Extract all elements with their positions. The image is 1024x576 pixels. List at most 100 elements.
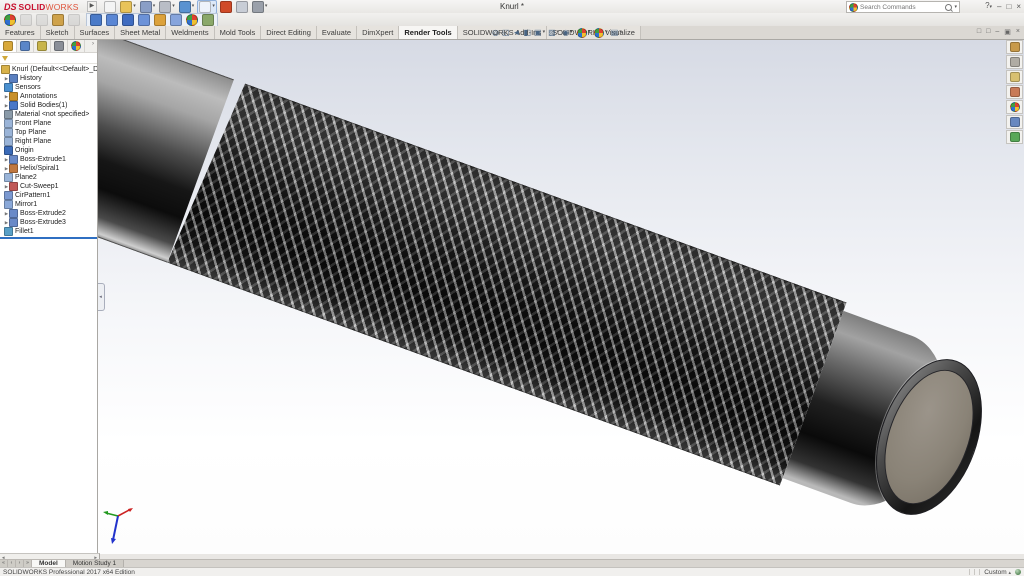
web-help-globe-icon[interactable]: [1015, 569, 1021, 575]
knurl-part-model[interactable]: [97, 39, 971, 531]
view-settings-icon[interactable]: ▤ ▾: [611, 28, 622, 38]
feature-tree-item[interactable]: Right Plane: [0, 137, 97, 146]
commandmanager-tab[interactable]: Surfaces: [75, 26, 116, 39]
feature-tree-item[interactable]: Material <not specified>: [0, 110, 97, 119]
commandmanager-tab[interactable]: Render Tools: [399, 26, 457, 39]
doc-tile-icon[interactable]: □: [986, 28, 990, 36]
feature-tree-item[interactable]: ▶ Helix/Spiral1: [0, 164, 97, 173]
solidworks-forum-tab[interactable]: [1006, 130, 1023, 144]
filter-funnel-icon[interactable]: [2, 56, 8, 61]
integrated-preview-icon[interactable]: [89, 14, 103, 26]
rollback-bar[interactable]: [0, 237, 97, 239]
feature-tree-item[interactable]: Plane2: [0, 173, 97, 182]
open-icon[interactable]: ▾: [119, 1, 137, 13]
select-icon[interactable]: ▾: [197, 0, 217, 14]
file-properties-icon[interactable]: [235, 1, 249, 13]
doc-restore-icon[interactable]: ▣: [1004, 28, 1011, 36]
custom-properties-tab[interactable]: [1006, 115, 1023, 129]
graphics-viewport[interactable]: ◂: [97, 39, 1024, 554]
restore-icon[interactable]: □: [1006, 2, 1011, 12]
display-style-icon[interactable]: ▨ ▾: [548, 28, 559, 38]
recall-last-render-icon[interactable]: [169, 14, 183, 26]
commandmanager-tab[interactable]: Features: [0, 26, 41, 39]
new-document-icon[interactable]: [103, 1, 117, 13]
featuremanager-tree-tab[interactable]: [0, 39, 17, 52]
feature-tree-item-label: History: [20, 75, 42, 82]
view-palette-tab[interactable]: [1006, 85, 1023, 99]
pane-collapse-handle[interactable]: ◂: [97, 283, 105, 311]
schedule-render-icon[interactable]: [153, 14, 167, 26]
dimxpertmanager-tab[interactable]: [51, 39, 68, 52]
apply-scene-icon[interactable]: ▾: [593, 28, 608, 38]
feature-tree-item[interactable]: ▶ Cut-Sweep1: [0, 182, 97, 191]
appearances-scenes-tab[interactable]: [1006, 100, 1023, 114]
feature-tree-item[interactable]: Top Plane: [0, 128, 97, 137]
edit-scene-icon[interactable]: [51, 14, 65, 26]
section-view-icon[interactable]: ◧: [523, 28, 531, 38]
save-icon[interactable]: ▾: [139, 1, 157, 13]
search-commands-box[interactable]: ▾: [846, 1, 960, 13]
doc-close-icon[interactable]: ×: [1016, 28, 1020, 36]
menu-flyout-arrow-icon[interactable]: ▶: [87, 1, 98, 12]
edit-decal-icon[interactable]: [67, 14, 81, 26]
units-selector[interactable]: Custom ▴: [984, 569, 1011, 576]
feature-tree-item[interactable]: ▶ Boss-Extrude2: [0, 209, 97, 218]
search-icon[interactable]: [945, 4, 952, 11]
options-icon[interactable]: ▾: [251, 1, 269, 13]
doc-new-window-icon[interactable]: □: [977, 28, 981, 36]
feature-tree-item[interactable]: Knurl (Default<<Default>_Display State 1: [0, 65, 97, 74]
previous-view-icon[interactable]: ◄: [513, 28, 521, 38]
feature-tree-item-label: Boss-Extrude3: [20, 219, 66, 226]
preview-window-icon[interactable]: [105, 14, 119, 26]
feature-tree-item[interactable]: CirPattern1: [0, 191, 97, 200]
feature-tree-item[interactable]: ▶ Solid Bodies(1): [0, 101, 97, 110]
view-orientation-icon[interactable]: ▣ ▾: [534, 28, 545, 38]
commandmanager-tab[interactable]: Sheet Metal: [115, 26, 166, 39]
commandmanager-tab[interactable]: Evaluate: [317, 26, 357, 39]
feature-tree-item[interactable]: ▶ Annotations: [0, 92, 97, 101]
feature-tree-item[interactable]: ▶ Boss-Extrude1: [0, 155, 97, 164]
hide-show-items-icon[interactable]: ◉ ▾: [562, 28, 573, 38]
knurled-section[interactable]: [167, 79, 846, 485]
design-library-tab[interactable]: [1006, 55, 1023, 69]
search-input[interactable]: [860, 4, 943, 11]
render-toolbar-icons: [3, 14, 81, 26]
minimize-icon[interactable]: –: [997, 2, 1001, 12]
render-region-icon[interactable]: [137, 14, 151, 26]
feature-tree-item[interactable]: Mirror1: [0, 200, 97, 209]
photoview-options-icon[interactable]: [185, 14, 199, 26]
feature-tree-item-label: Knurl (Default<<Default>_Display State 1: [12, 66, 97, 73]
doc-minimize-icon[interactable]: –: [995, 28, 999, 36]
print-icon[interactable]: ▾: [158, 1, 176, 13]
zoom-fit-icon[interactable]: ◎: [492, 28, 499, 38]
close-icon[interactable]: ×: [1016, 2, 1021, 12]
final-render-icon[interactable]: [121, 14, 135, 26]
edit-appearance-icon[interactable]: ▾: [576, 28, 591, 38]
network-render-icon[interactable]: [201, 14, 215, 26]
propertymanager-tab[interactable]: [17, 39, 34, 52]
commandmanager-tab[interactable]: DimXpert: [357, 26, 399, 39]
feature-tree-item[interactable]: Fillet1: [0, 227, 97, 236]
pane-expand-chevron-icon[interactable]: ›: [92, 39, 97, 52]
configurationmanager-tab[interactable]: [34, 39, 51, 52]
undo-icon[interactable]: ▾: [178, 1, 196, 13]
commandmanager-tab[interactable]: Sketch: [41, 26, 75, 39]
feature-tree-item[interactable]: Origin: [0, 146, 97, 155]
file-explorer-tab[interactable]: [1006, 70, 1023, 84]
feature-tree-item[interactable]: Front Plane: [0, 119, 97, 128]
xpress-products-icon[interactable]: [219, 1, 233, 13]
help-icon[interactable]: ?▾: [985, 1, 992, 12]
edit-appearance-icon[interactable]: [3, 14, 17, 26]
zoom-area-icon[interactable]: ◱: [502, 28, 510, 38]
commandmanager-tab[interactable]: Mold Tools: [215, 26, 262, 39]
commandmanager-tab[interactable]: Direct Editing: [261, 26, 317, 39]
copy-appearance-icon[interactable]: [19, 14, 33, 26]
feature-tree-item[interactable]: ▶ Boss-Extrude3: [0, 218, 97, 227]
displaymanager-tab[interactable]: [68, 39, 85, 52]
search-options-caret-icon[interactable]: ▾: [954, 5, 957, 10]
commandmanager-tab[interactable]: Weldments: [166, 26, 214, 39]
feature-tree-item[interactable]: ▶ History: [0, 74, 97, 83]
paste-appearance-icon[interactable]: [35, 14, 49, 26]
feature-tree-item[interactable]: Sensors: [0, 83, 97, 92]
solidworks-resources-tab[interactable]: [1006, 40, 1023, 54]
